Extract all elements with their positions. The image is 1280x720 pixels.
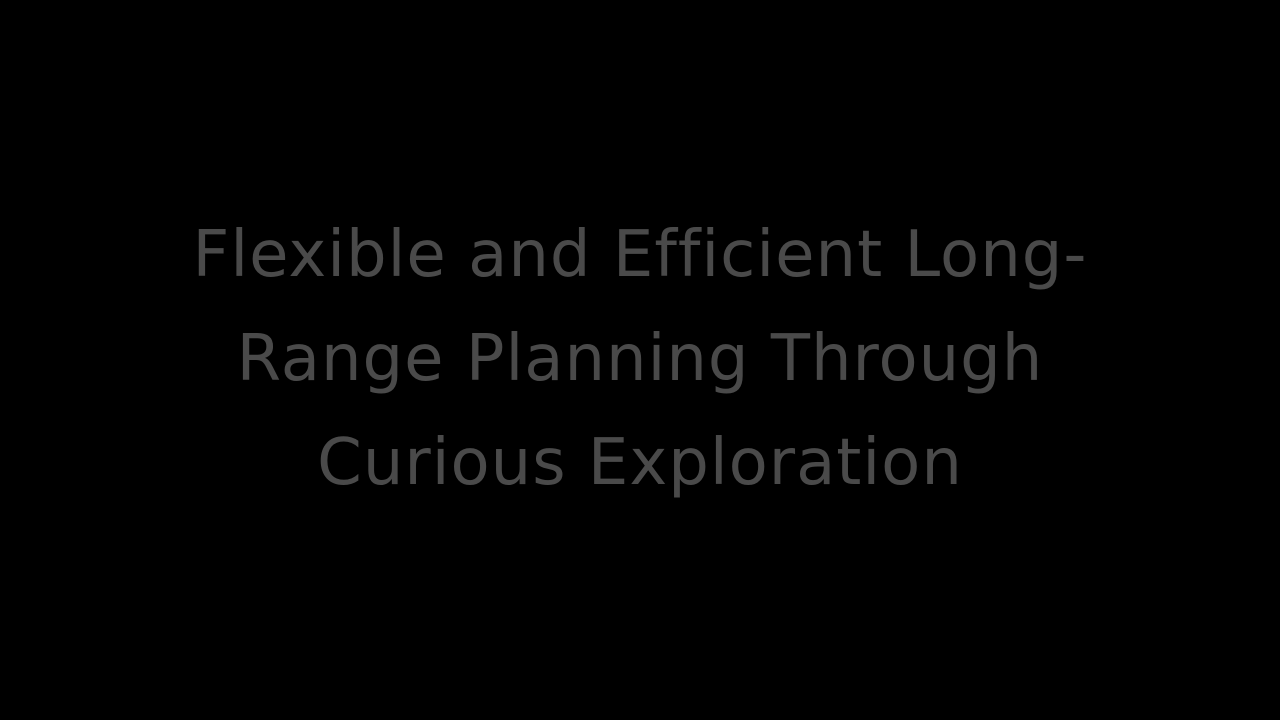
slide-title: Flexible and Efficient Long- Range Plann… <box>0 203 1280 515</box>
title-line-2: Range Planning Through <box>236 322 1044 396</box>
title-slide: Flexible and Efficient Long- Range Plann… <box>0 0 1280 720</box>
title-line-3: Curious Exploration <box>317 426 963 500</box>
title-line-1: Flexible and Efficient Long- <box>192 218 1088 292</box>
